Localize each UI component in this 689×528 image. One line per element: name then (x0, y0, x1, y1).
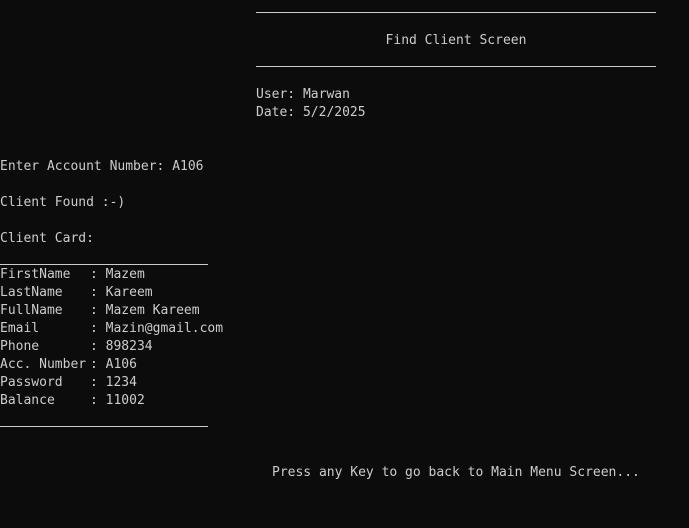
field-value: Mazem Kareem (105, 303, 200, 318)
field-value: A106 (105, 357, 137, 372)
card-top-divider (0, 264, 208, 265)
field-label: FirstName (0, 267, 71, 282)
field-separator: : (90, 285, 106, 300)
screen-title: Find Client Screen (385, 33, 527, 48)
date-label: Date: (256, 105, 296, 120)
field-label: Balance (0, 393, 55, 408)
account-number-prompt[interactable]: Enter Account Number: A106 (0, 158, 204, 176)
field-row-email: Email: Mazin@gmail.com (0, 320, 223, 338)
date-line: Date: 5/2/2025 (256, 104, 366, 122)
field-row-lastname: LastName: Kareem (0, 284, 153, 302)
date-value: 5/2/2025 (302, 105, 366, 120)
header-top-divider (256, 12, 656, 13)
field-label: FullName (0, 303, 63, 318)
field-separator: : (90, 303, 106, 318)
card-bottom-divider (0, 426, 208, 427)
field-label: Email (0, 321, 40, 336)
field-value: Kareem (105, 285, 153, 300)
field-label: Acc. Number (0, 357, 87, 372)
field-row-firstname: FirstName: Mazem (0, 266, 145, 284)
user-line: User: Marwan (256, 86, 350, 104)
field-separator: : (90, 357, 106, 372)
field-separator: : (90, 393, 106, 408)
client-found-message: Client Found :-) (0, 195, 126, 210)
back-to-menu-message: Press any Key to go back to Main Menu Sc… (272, 465, 640, 480)
account-number-input[interactable]: A106 (172, 159, 203, 174)
field-separator: : (90, 339, 106, 354)
field-row-fullname: FullName: Mazem Kareem (0, 302, 200, 320)
field-label: Password (0, 375, 63, 390)
console-window[interactable]: Find Client Screen User: Marwan Date: 5/… (0, 0, 689, 528)
field-separator: : (90, 375, 106, 390)
field-separator: : (90, 267, 106, 282)
user-value: Marwan (302, 87, 350, 102)
field-value: Mazin@gmail.com (105, 321, 224, 336)
header-bottom-divider (256, 66, 656, 67)
field-value: 1234 (105, 375, 137, 390)
field-row-balance: Balance: 11002 (0, 392, 145, 410)
field-row-phone: Phone: 898234 (0, 338, 153, 356)
field-value: Mazem (105, 267, 145, 282)
field-separator: : (90, 321, 106, 336)
field-value: 898234 (105, 339, 153, 354)
field-value: 11002 (105, 393, 145, 408)
field-label: LastName (0, 285, 63, 300)
client-card-title: Client Card: (0, 231, 94, 246)
account-number-label: Enter Account Number: (0, 159, 165, 174)
field-row-password: Password: 1234 (0, 374, 137, 392)
field-label: Phone (0, 339, 40, 354)
field-row-account-number: Acc. Number: A106 (0, 356, 137, 374)
user-label: User: (256, 87, 296, 102)
